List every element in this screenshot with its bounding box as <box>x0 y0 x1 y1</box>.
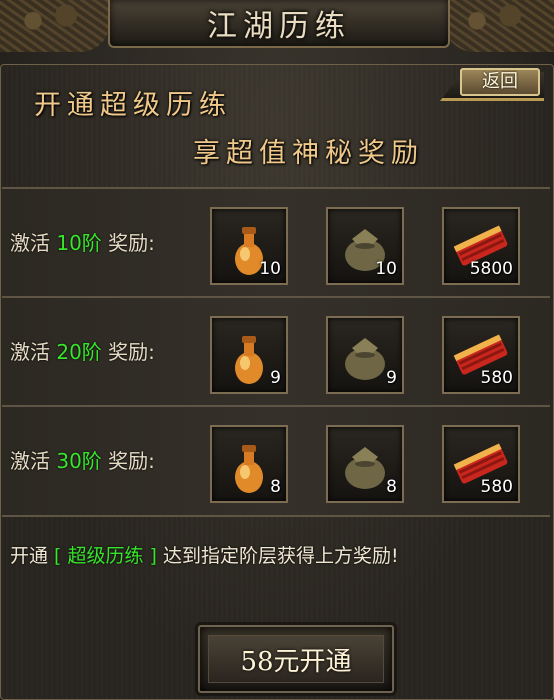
back-button-label: 返回 <box>460 68 540 96</box>
reward-slot-pouch[interactable]: 9 <box>326 316 404 394</box>
tier-label: 激活 30阶 奖励: <box>10 407 155 515</box>
unlock-notice: 开通 [ 超级历练 ] 达到指定阶层获得上方奖励! <box>10 541 399 568</box>
notice-prefix: 开通 <box>10 545 49 567</box>
tier-label-prefix: 激活 <box>10 340 57 364</box>
tier-level: 20阶 <box>56 340 102 364</box>
reward-slot-ingot[interactable]: 580 <box>442 316 520 394</box>
tier-label: 激活 20阶 奖励: <box>10 298 155 406</box>
reward-qty: 9 <box>270 368 281 388</box>
title-plate: 江湖历练 <box>108 0 450 48</box>
reward-slot-potion[interactable]: 8 <box>210 425 288 503</box>
open-vip-button-label: 58元开通 <box>208 635 384 683</box>
reward-qty: 5800 <box>469 259 513 279</box>
reward-qty: 10 <box>375 259 397 279</box>
reward-qty: 9 <box>386 368 397 388</box>
back-button[interactable]: 返回 <box>440 66 544 101</box>
tier-row-10: 激活 10阶 奖励: 10 10 5800 <box>2 187 550 299</box>
tier-label-suffix: 奖励: <box>101 231 155 255</box>
dragon-ornament-left <box>0 0 110 52</box>
dragon-ornament-right <box>444 0 554 52</box>
tier-label: 激活 10阶 奖励: <box>10 189 155 297</box>
tier-label-suffix: 奖励: <box>101 340 155 364</box>
tier-label-suffix: 奖励: <box>101 449 155 473</box>
reward-qty: 10 <box>259 259 281 279</box>
reward-slot-pouch[interactable]: 10 <box>326 207 404 285</box>
tier-label-prefix: 激活 <box>10 449 57 473</box>
reward-slot-ingot[interactable]: 5800 <box>442 207 520 285</box>
tier-label-prefix: 激活 <box>10 231 57 255</box>
tier-level: 10阶 <box>56 231 102 255</box>
tier-level: 30阶 <box>56 449 102 473</box>
headline-line1: 开通超级历练 <box>34 90 232 121</box>
reward-slot-pouch[interactable]: 8 <box>326 425 404 503</box>
tier-row-20: 激活 20阶 奖励: 9 9 580 <box>2 296 550 408</box>
headline-line2: 享超值神秘奖励 <box>193 138 424 169</box>
reward-qty: 8 <box>386 477 397 497</box>
window-title: 江湖历练 <box>207 9 351 44</box>
reward-slot-potion[interactable]: 9 <box>210 316 288 394</box>
reward-qty: 580 <box>480 368 513 388</box>
notice-highlight: [ 超级历练 ] <box>48 545 163 567</box>
reward-qty: 8 <box>270 477 281 497</box>
game-window: 江湖历练 开通超级历练 享超值神秘奖励 返回 激活 10阶 奖励: 10 10 <box>0 0 554 700</box>
reward-slot-ingot[interactable]: 580 <box>442 425 520 503</box>
open-vip-button[interactable]: 58元开通 <box>198 625 394 693</box>
reward-slot-potion[interactable]: 10 <box>210 207 288 285</box>
reward-qty: 580 <box>480 477 513 497</box>
tier-row-30: 激活 30阶 奖励: 8 8 580 <box>2 405 550 517</box>
notice-suffix: 达到指定阶层获得上方奖励! <box>163 545 399 567</box>
